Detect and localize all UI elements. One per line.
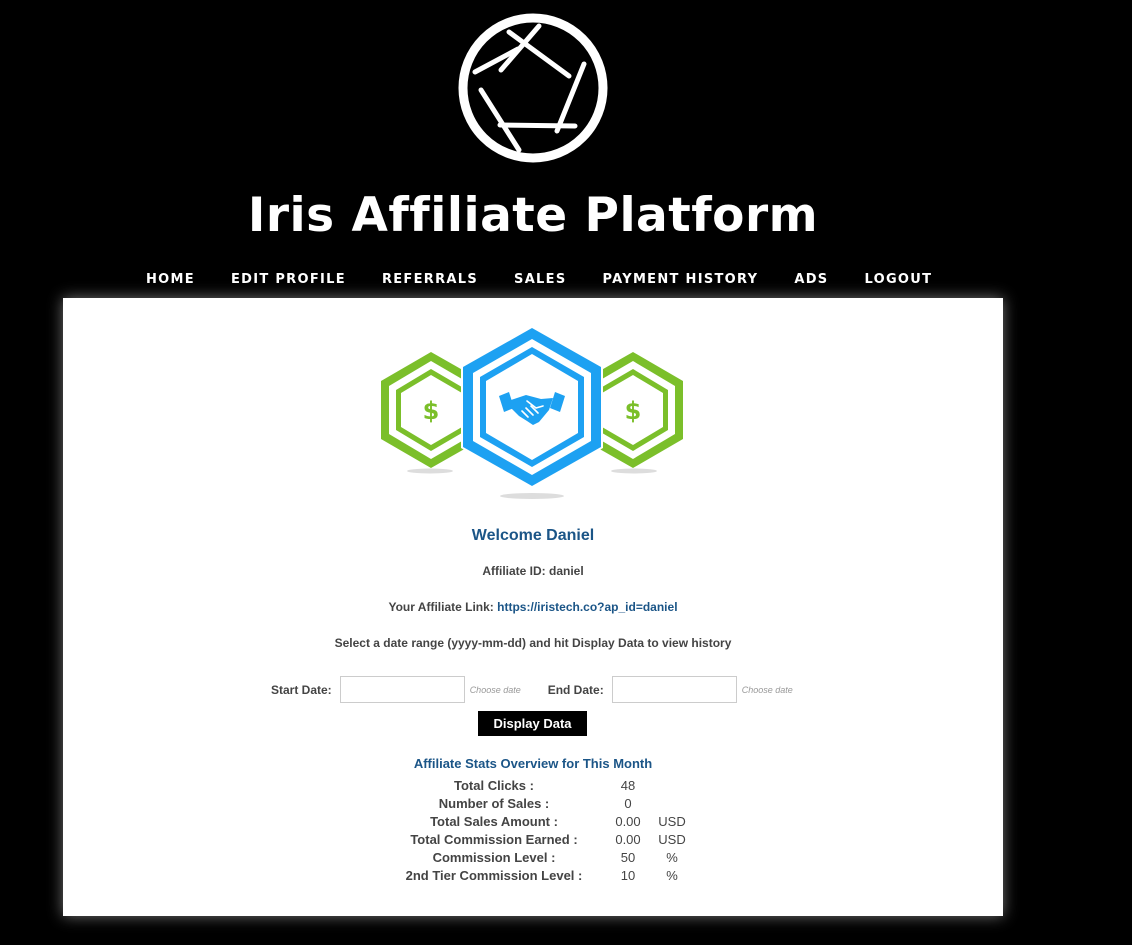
affiliate-link-url[interactable]: https://iristech.co?ap_id=daniel xyxy=(497,600,677,614)
nav-sales[interactable]: SALES xyxy=(496,269,584,291)
handshake-hexagon-icon xyxy=(461,326,603,488)
svg-text:$: $ xyxy=(625,397,642,425)
affiliate-link-line: Your Affiliate Link: https://iristech.co… xyxy=(63,600,1003,614)
stat-unit: USD xyxy=(658,814,686,829)
aperture-logo-icon xyxy=(458,13,608,163)
stat-value: 0.00 xyxy=(615,814,641,829)
stat-label: Total Sales Amount : xyxy=(430,814,558,829)
stat-value: 50 xyxy=(620,850,636,865)
stat-row-2nd-tier-commission-level: 2nd Tier Commission Level : 10 % xyxy=(63,867,1003,885)
end-date-label: End Date: xyxy=(547,682,604,697)
stat-label: 2nd Tier Commission Level : xyxy=(405,868,583,883)
nav-referrals[interactable]: REFERRALS xyxy=(364,269,496,291)
start-date-hint: Choose date xyxy=(469,684,521,695)
start-date-label: Start Date: xyxy=(271,682,332,697)
stat-row-commission-level: Commission Level : 50 % xyxy=(63,849,1003,867)
stat-unit xyxy=(652,795,692,813)
nav-home[interactable]: HOME xyxy=(128,269,213,291)
affiliate-hero-illustration: $ $ xyxy=(381,326,683,499)
stat-value: 48 xyxy=(620,778,636,793)
stat-unit: % xyxy=(666,868,678,883)
nav-payment-history[interactable]: PAYMENT HISTORY xyxy=(584,269,776,291)
nav-edit-profile[interactable]: EDIT PROFILE xyxy=(213,269,364,291)
end-date-hint: Choose date xyxy=(741,684,793,695)
stat-row-total-clicks: Total Clicks : 48 xyxy=(63,777,1003,795)
stat-value: 0 xyxy=(624,796,632,811)
stat-label: Commission Level : xyxy=(432,850,556,865)
stat-unit xyxy=(652,777,692,795)
affiliate-link-label: Your Affiliate Link: xyxy=(388,600,494,614)
stat-value: 0.00 xyxy=(615,832,641,847)
nav-logout[interactable]: LOGOUT xyxy=(846,269,950,291)
stat-unit: % xyxy=(666,850,678,865)
nav-ads[interactable]: ADS xyxy=(776,269,846,291)
stats-title: Affiliate Stats Overview for This Month xyxy=(413,756,653,771)
affiliate-id-line: Affiliate ID: daniel xyxy=(482,564,584,578)
content-panel: $ $ Welcome Daniel Affiliate ID: daniel … xyxy=(63,298,1003,916)
end-date-input[interactable] xyxy=(611,676,737,703)
display-data-button[interactable]: Display Data xyxy=(478,711,587,736)
stat-label: Total Clicks : xyxy=(454,778,534,793)
stat-label: Total Commission Earned : xyxy=(410,832,578,847)
date-filter-row: Start Date: Choose date End Date: Choose… xyxy=(271,676,806,703)
stat-row-number-of-sales: Number of Sales : 0 xyxy=(63,795,1003,813)
stat-row-total-sales-amount: Total Sales Amount : 0.00 USD xyxy=(63,813,1003,831)
stat-value: 10 xyxy=(620,868,636,883)
site-title: Iris Affiliate Platform xyxy=(247,188,819,243)
stat-row-total-commission-earned: Total Commission Earned : 0.00 USD xyxy=(63,831,1003,849)
date-range-instructions: Select a date range (yyyy-mm-dd) and hit… xyxy=(334,636,732,650)
start-date-input[interactable] xyxy=(339,676,465,703)
stat-unit: USD xyxy=(658,832,686,847)
svg-text:$: $ xyxy=(423,397,440,425)
stat-label: Number of Sales : xyxy=(438,796,550,811)
main-nav: HOME EDIT PROFILE REFERRALS SALES PAYMEN… xyxy=(128,269,950,291)
stats-table: Total Clicks : 48 Number of Sales : 0 To… xyxy=(63,777,1003,885)
welcome-heading: Welcome Daniel xyxy=(471,527,595,544)
